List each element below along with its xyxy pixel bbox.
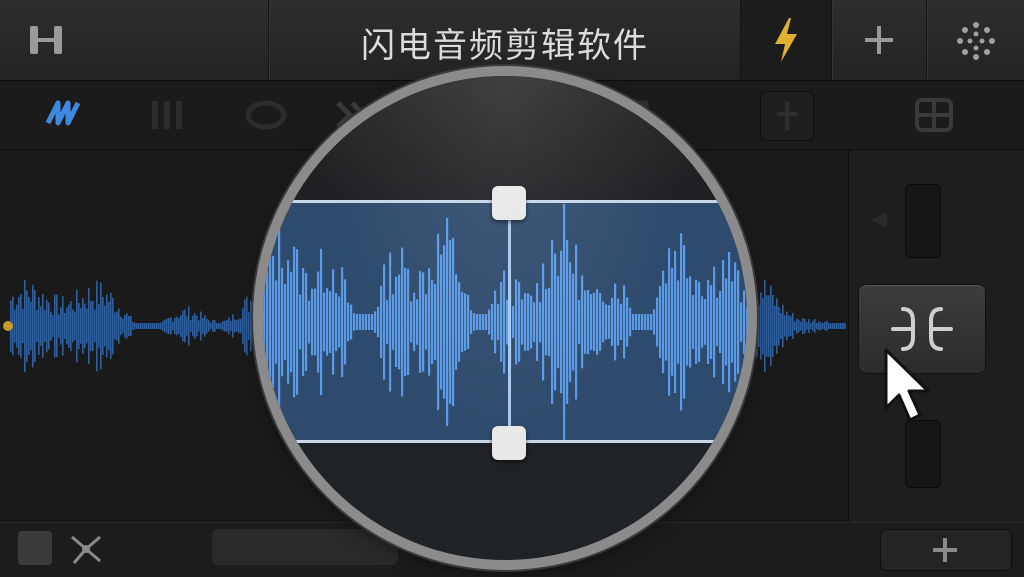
lightning-button[interactable] (741, 0, 831, 80)
dots-circle-icon (957, 22, 995, 60)
selection-handle-top[interactable] (492, 186, 526, 220)
magnifier-lens (263, 76, 747, 560)
add-track-button[interactable] (880, 529, 1012, 571)
add-marker-icon (777, 102, 797, 130)
checkbox-icon[interactable] (18, 531, 52, 565)
split-point-icon (891, 307, 953, 351)
lightning-icon (775, 18, 797, 62)
pan-slider-top[interactable] (905, 184, 941, 258)
playhead-line (508, 202, 511, 442)
app-title: 闪电音频剪辑软件 (361, 26, 649, 66)
arrow-left-icon (871, 212, 887, 228)
waveform-logo-icon[interactable] (44, 97, 88, 133)
zoomed-waveform (263, 204, 747, 440)
title-bar: 闪电音频剪辑软件 (0, 0, 1024, 81)
bars-icon[interactable] (148, 99, 188, 131)
settings-button[interactable] (927, 0, 1024, 80)
nodes-icon[interactable] (66, 531, 106, 567)
right-panel (848, 150, 1024, 522)
grid-icon[interactable] (914, 97, 954, 133)
add-marker-button[interactable] (760, 91, 814, 141)
add-button[interactable] (832, 0, 926, 80)
mouse-cursor-icon (884, 348, 930, 422)
plus-icon (865, 26, 893, 54)
plus-icon (933, 538, 957, 562)
selection-handle-bottom[interactable] (492, 426, 526, 460)
pause-bars-icon[interactable] (28, 22, 64, 58)
